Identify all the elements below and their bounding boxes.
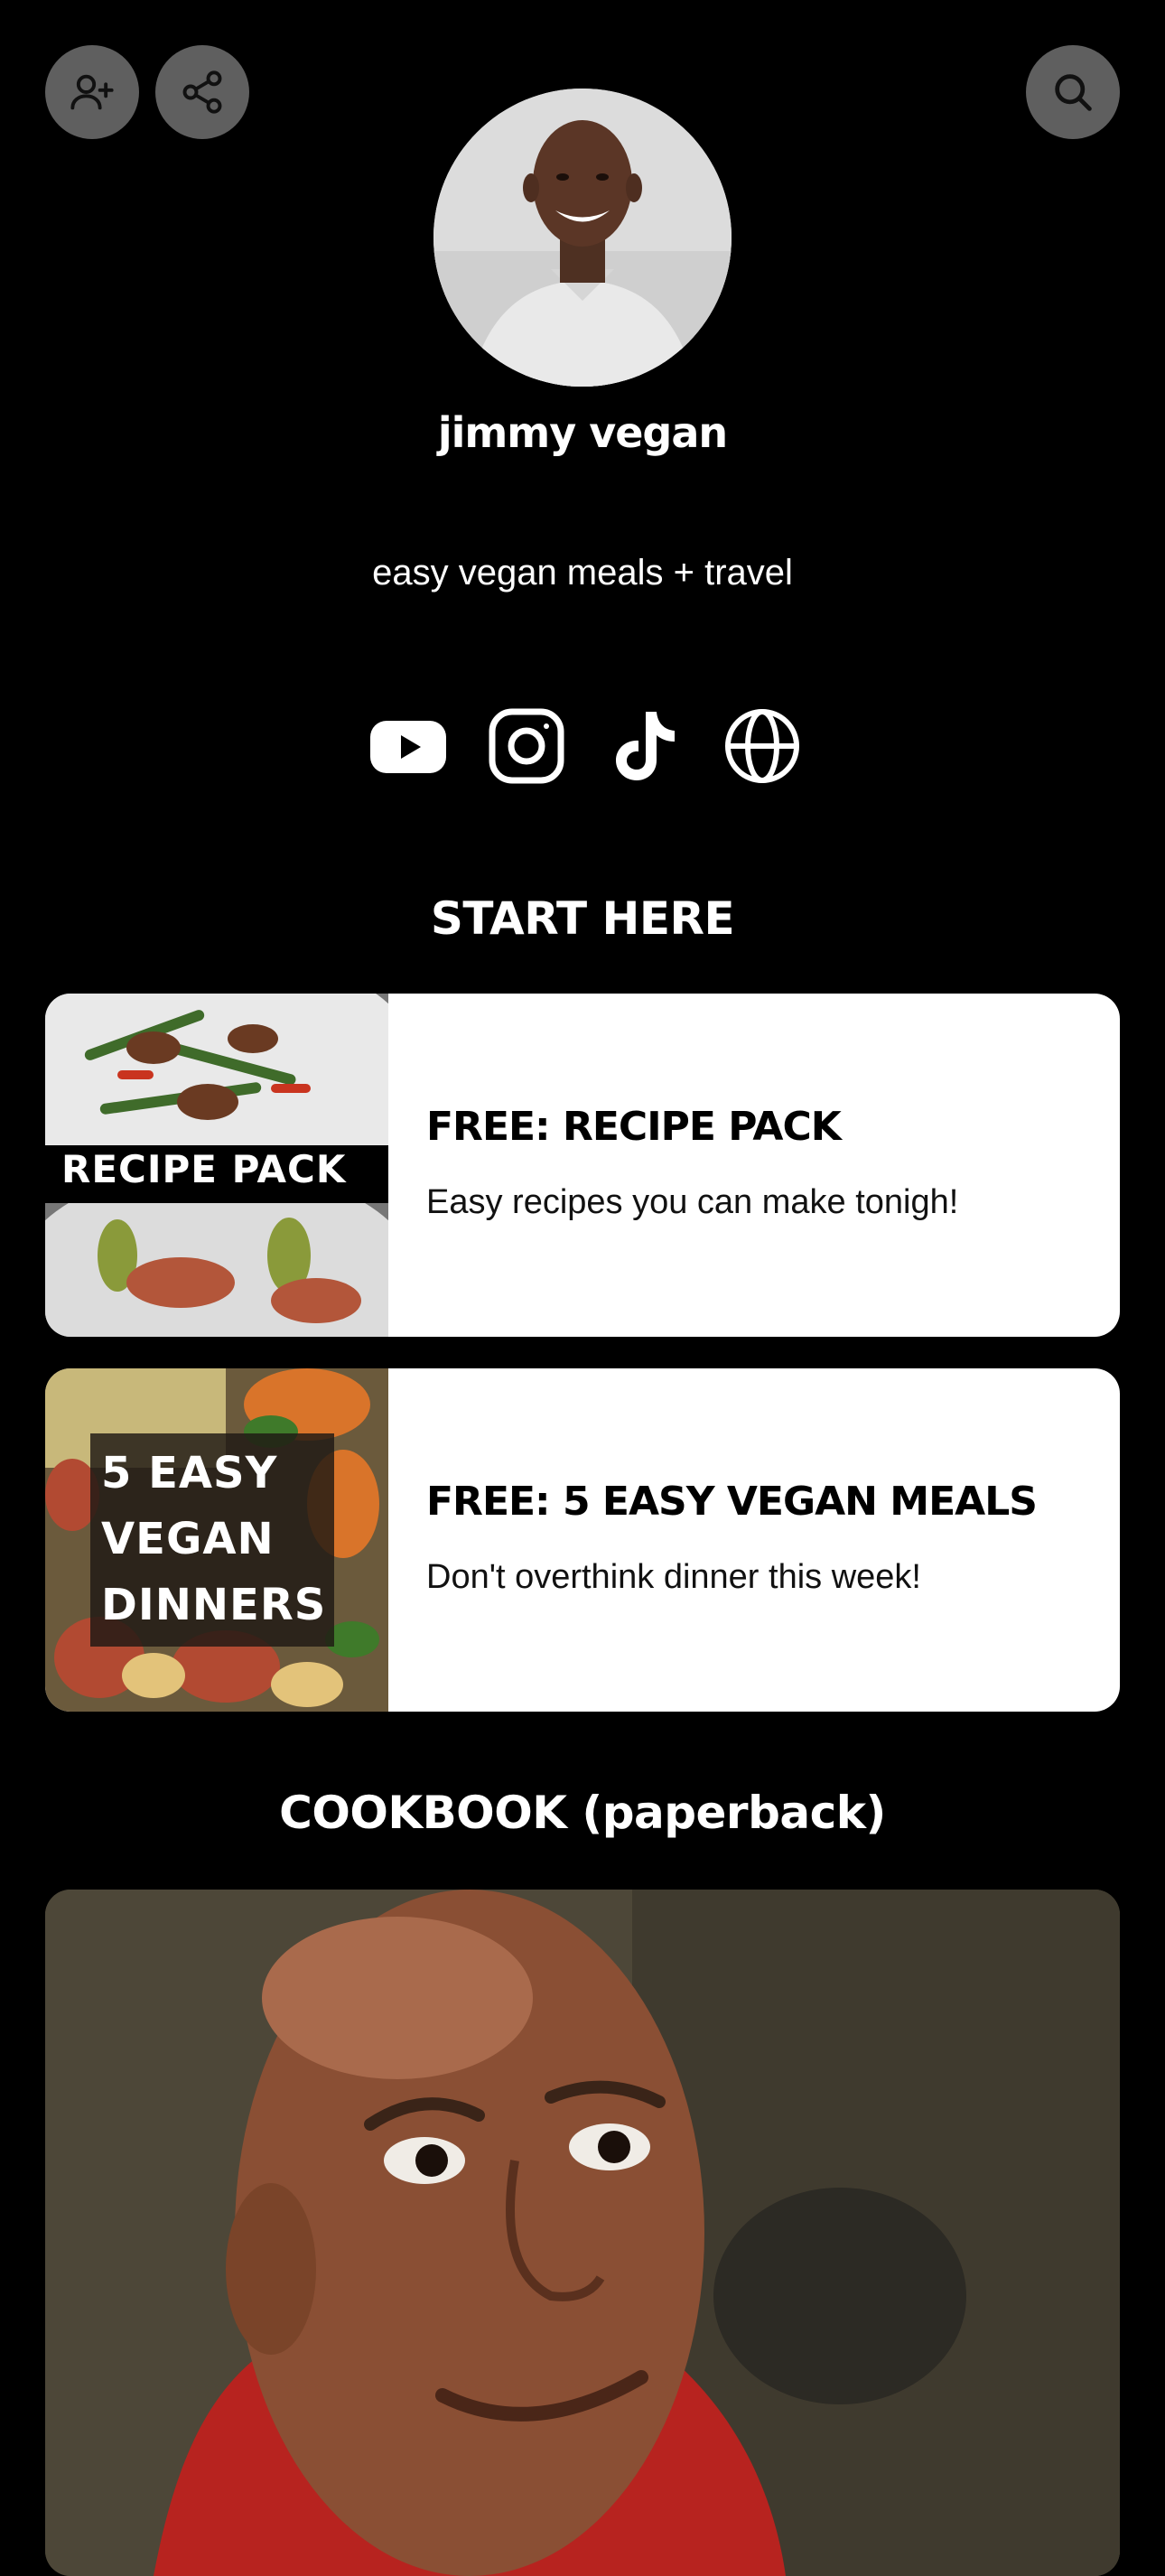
link-card-easy-vegan-meals[interactable]: 5 EASY VEGAN DINNERS FREE: 5 EASY VEGAN … [45,1368,1120,1712]
search-button[interactable] [1026,45,1120,139]
link-title: FREE: 5 EASY VEGAN MEALS [426,1479,1038,1525]
youtube-icon [370,721,446,773]
link-subtitle: Easy recipes you can make tonigh! [426,1183,959,1221]
globe-icon [724,709,799,783]
vegan-dinners-thumb-label: 5 EASY VEGAN DINNERS [101,1441,326,1638]
thumb-label-line: VEGAN [101,1514,275,1564]
share-icon [182,70,222,114]
section-title-cookbook: COOKBOOK (paperback) [279,1787,886,1839]
search-icon [1055,74,1092,111]
tiktok-link[interactable] [604,706,684,786]
avatar [433,89,732,387]
cookbook-card[interactable] [45,1890,1120,2576]
link-subtitle: Don't overthink dinner this week! [426,1558,921,1596]
share-button[interactable] [155,45,249,139]
profile-bio: easy vegan meals + travel [372,553,793,593]
profile-name: jimmy vegan [437,408,728,457]
tiktok-icon [616,712,676,780]
section-title-start-here: START HERE [430,892,735,945]
recipe-pack-thumbnail: RECIPE PACK [45,994,388,1337]
instagram-icon [489,708,564,784]
person-plus-icon [70,74,114,110]
cookbook-photo [45,1890,1120,2576]
social-links [368,705,802,788]
youtube-link[interactable] [368,706,448,786]
add-contact-button[interactable] [45,45,139,139]
thumb-label-line: DINNERS [101,1580,327,1630]
instagram-link[interactable] [487,706,566,786]
link-title: FREE: RECIPE PACK [426,1104,842,1150]
vegan-dinners-thumbnail: 5 EASY VEGAN DINNERS [45,1368,388,1712]
link-card-recipe-pack[interactable]: RECIPE PACK FREE: RECIPE PACK Easy recip… [45,994,1120,1337]
recipe-pack-thumb-label: RECIPE PACK [61,1147,347,1191]
website-link[interactable] [722,706,802,786]
thumb-label-line: 5 EASY [101,1448,278,1498]
